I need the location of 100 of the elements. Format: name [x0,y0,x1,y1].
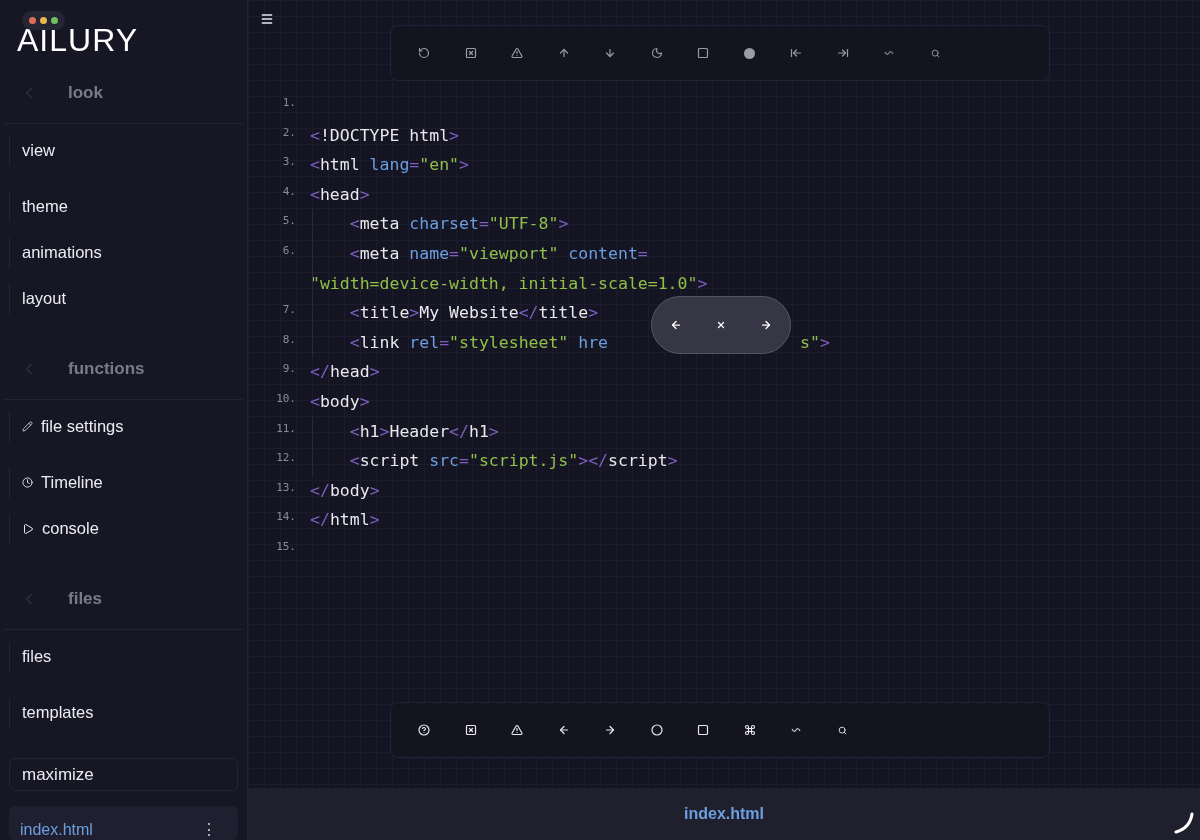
arrow-right-icon[interactable] [604,724,617,736]
item-label: view [22,140,55,162]
code-token: "stylesheet" [449,332,569,352]
code-token: body [329,480,370,500]
code-token: rel [409,332,440,352]
sidebar-item[interactable]: layout [9,283,247,314]
code-token: < [348,214,360,234]
search-icon[interactable] [838,725,848,735]
square-icon[interactable] [697,47,710,59]
sidebar-item[interactable]: file settings [9,411,247,442]
file-name: index.html [684,804,764,824]
line-number: 12. [275,450,297,467]
code-token: < [310,155,320,175]
arrow-right-icon[interactable] [760,319,772,331]
code-token: "UTF-8" [488,214,559,234]
window-controls[interactable] [22,11,65,30]
code-token: title [538,303,589,323]
arrow-left-icon[interactable] [557,724,570,736]
code-token: < [348,303,360,323]
code-token: head [329,362,370,382]
code-token: html [319,155,361,175]
clock-icon [22,477,33,489]
code-token: h1 [468,421,489,441]
circle-icon[interactable] [650,724,663,736]
line-number: 9. [281,361,297,378]
item-label: file settings [41,416,124,438]
code-token: hre [577,332,609,352]
code-token: < [348,332,360,352]
arrow-up-icon[interactable] [557,47,570,59]
arrow-to-line-icon[interactable] [790,47,803,59]
line-number: 11. [275,420,297,437]
section-header[interactable]: files [68,586,103,612]
sidebar-item[interactable]: console [9,513,247,544]
code-token: s" [800,332,820,352]
sidebar-item[interactable]: theme [9,191,247,222]
code-token: "script.js" [468,451,579,471]
menu-icon[interactable] [260,12,274,26]
line-number: 7. [281,302,297,319]
app-logo: AILURY [17,22,138,58]
item-label: Timeline [41,472,103,494]
code-token: > [369,480,380,500]
wave-icon[interactable] [884,50,895,56]
line-number: 14. [275,509,297,526]
code-token: > [588,303,599,323]
code-token: = [637,243,648,263]
line-number: 2. [281,124,297,141]
code-token: "en" [419,155,460,175]
sidebar-item[interactable]: Timeline [9,467,247,498]
line-number: 10. [275,390,297,407]
moon-icon[interactable] [650,47,663,59]
code-token: = [449,243,460,263]
sidebar-item[interactable]: files [9,641,247,672]
code-token: > [379,421,390,441]
code-token: > [369,362,380,382]
command-icon[interactable] [743,724,756,736]
warning-icon[interactable] [511,47,524,59]
code-token: > [697,273,708,293]
section-header[interactable]: look [68,80,103,106]
code-token: script [359,451,421,471]
line-number: 4. [281,183,297,200]
item-label: templates [22,702,94,724]
code-token: meta [359,243,401,263]
code-token: > [449,125,459,145]
section-header[interactable]: functions [68,356,145,382]
code-token: </ [310,362,330,382]
resize-handle-icon[interactable] [1172,812,1194,834]
code-token: link [359,332,401,352]
code-token: < [310,391,320,411]
code-token: </ [518,303,539,323]
sidebar-item[interactable]: templates [9,697,247,728]
code-token: = [459,451,469,471]
close-box-icon[interactable] [464,47,477,59]
code-token: = [409,155,420,175]
code-token: head [319,184,360,204]
code-token: > [459,155,469,175]
code-token: > [488,421,499,441]
item-label: theme [22,196,68,218]
wave-icon[interactable] [791,727,802,733]
code-token: > [409,303,420,323]
line-number: 1. [281,95,297,111]
code-token: < [310,125,320,145]
code-token: content [567,243,638,263]
close-icon[interactable] [716,320,726,330]
file-item[interactable]: index.html [20,818,93,840]
line-number: 8. [281,331,297,348]
arrow-to-line-icon[interactable] [836,47,849,59]
code-token: > [667,451,678,471]
sidebar-item[interactable]: view [9,135,247,166]
undo-icon[interactable] [418,47,431,59]
arrow-down-icon[interactable] [604,47,617,59]
maximize-button[interactable]: maximize [9,757,238,792]
arrow-left-icon[interactable] [670,319,682,331]
code-token: < [348,421,360,441]
code-token: h1 [359,421,380,441]
code-token: < [348,451,360,471]
search-icon[interactable] [931,48,941,58]
code-token: > [369,510,380,530]
help-icon[interactable] [418,724,431,736]
sidebar-item[interactable]: animations [9,237,247,268]
more-icon[interactable]: ⋮ [201,818,217,840]
